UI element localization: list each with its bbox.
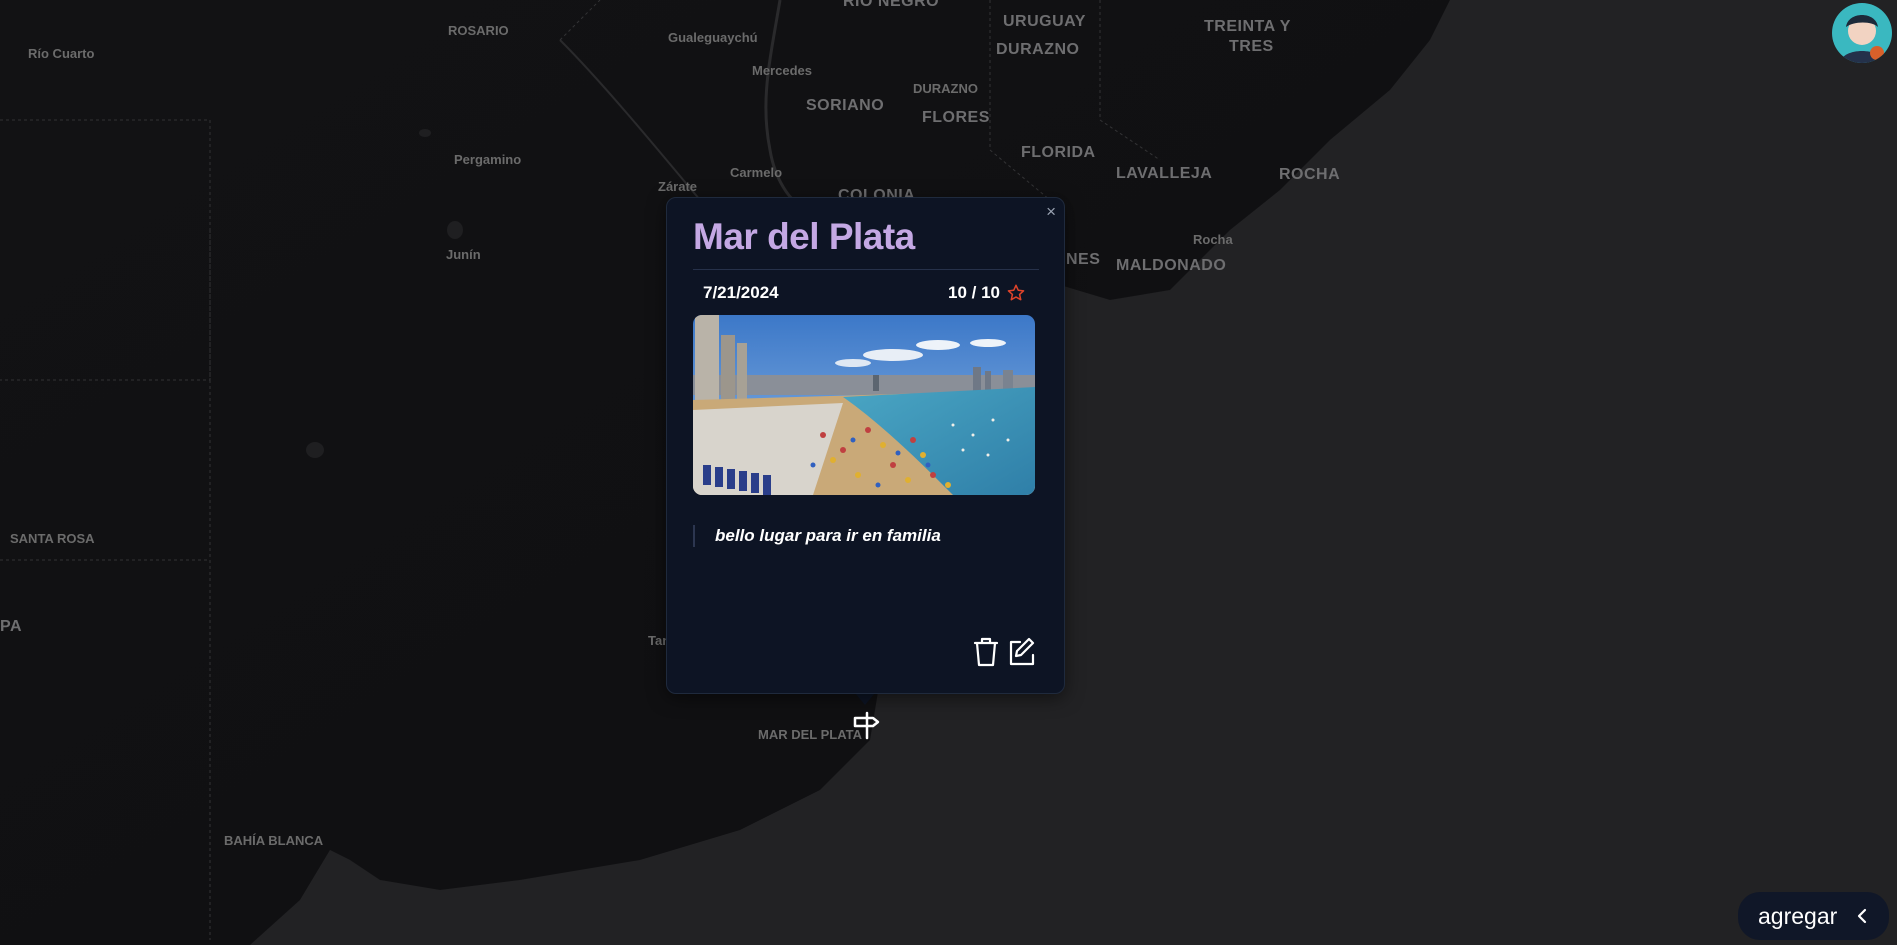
place-popup: × Mar del Plata 7/21/2024 10 / 10 bello … [666, 197, 1065, 694]
edit-icon[interactable] [1006, 635, 1036, 669]
map-label: Mercedes [752, 63, 812, 78]
map-label: FLORIDA [1021, 144, 1096, 161]
avatar[interactable] [1832, 3, 1892, 63]
marker-city-label: MAR DEL PLATA [758, 727, 863, 742]
map-label: LAVALLEJA [1116, 165, 1212, 182]
map-label: ROCHA [1279, 166, 1340, 183]
lake [306, 442, 324, 458]
star-icon [1007, 284, 1025, 301]
chevron-left-icon [1857, 908, 1867, 924]
map-label: Carmelo [730, 165, 782, 180]
avatar-image [1832, 3, 1892, 63]
signpost-marker-icon[interactable] [852, 710, 882, 740]
map-label: Zárate [658, 179, 697, 194]
map-label: SORIANO [806, 97, 884, 114]
lake [447, 221, 463, 239]
map-label: DURAZNO [996, 41, 1080, 58]
map-label: Pergamino [454, 152, 521, 167]
place-title: Mar del Plata [693, 216, 915, 257]
map-label: TREINTA Y [1204, 18, 1291, 35]
add-button-label: agregar [1758, 902, 1838, 929]
lake [419, 129, 431, 137]
trash-icon[interactable] [971, 635, 1001, 669]
map-label: DURAZNO [913, 81, 978, 96]
map-label: RIO NEGRO [843, 0, 939, 10]
map-label: URUGUAY [1003, 13, 1086, 30]
map-label: Río Cuarto [28, 46, 95, 61]
map-label: Gualeguaychú [668, 30, 758, 45]
place-photo [693, 315, 1035, 495]
close-icon[interactable]: × [1046, 202, 1056, 222]
popup-pointer [855, 693, 875, 705]
map-label: FLORES [922, 109, 990, 126]
map-label: BAHÍA BLANCA [224, 833, 324, 848]
rating: 10 / 10 [948, 283, 1026, 303]
map-label: PA [0, 618, 22, 635]
map-label: SANTA ROSA [10, 531, 95, 546]
map-label: Junín [446, 247, 481, 262]
beach-image [693, 315, 1035, 495]
map-label: TRES [1229, 38, 1274, 55]
map-label: Rocha [1193, 232, 1234, 247]
map-label: NES [1066, 251, 1100, 268]
divider [693, 269, 1039, 270]
add-button[interactable]: agregar [1738, 892, 1889, 940]
map-label: ROSARIO [448, 23, 509, 38]
rating-value: 10 / 10 [948, 283, 1000, 302]
visit-date: 7/21/2024 [703, 283, 779, 302]
map-label: MALDONADO [1116, 257, 1226, 274]
review-text: bello lugar para ir en familia [693, 525, 941, 547]
